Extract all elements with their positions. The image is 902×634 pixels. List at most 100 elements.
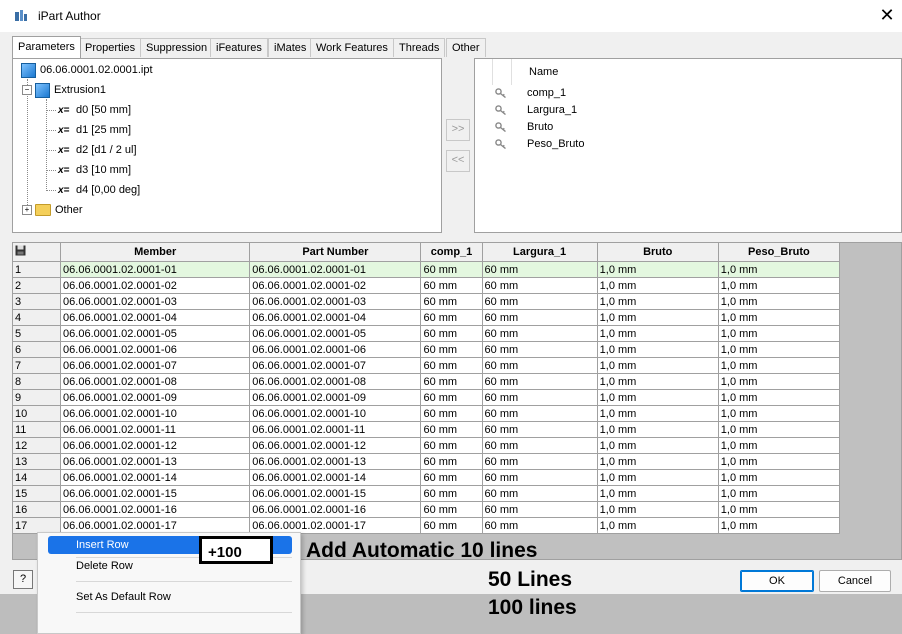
table-cell[interactable]: 60 mm <box>420 373 483 390</box>
table-row[interactable]: 10 06.06.0001.02.0001-10 06.06.0001.02.000… <box>11 405 841 422</box>
row-header[interactable]: 10 <box>11 405 62 422</box>
tree-param[interactable]: x= d2 [d1 / 2 ul] <box>58 141 137 159</box>
table-cell[interactable]: 06.06.0001.02.0001-16 <box>249 501 422 518</box>
column-header-comp-1[interactable]: comp_1 <box>420 242 483 262</box>
table-cell[interactable]: 06.06.0001.02.0001-16 <box>60 501 251 518</box>
table-row[interactable]: 4 06.06.0001.02.0001-04 06.06.0001.02.0001… <box>11 309 841 326</box>
table-cell[interactable]: 60 mm <box>481 485 598 502</box>
table-cell[interactable]: 1,0 mm <box>596 485 719 502</box>
table-cell[interactable]: 06.06.0001.02.0001-06 <box>60 341 251 358</box>
table-cell[interactable]: 06.06.0001.02.0001-10 <box>249 405 422 422</box>
table-cell[interactable]: 1,0 mm <box>717 517 841 534</box>
table-cell[interactable]: 60 mm <box>420 389 483 406</box>
remove-parameter-button[interactable]: << <box>446 150 470 172</box>
table-cell[interactable]: 06.06.0001.02.0001-11 <box>60 421 251 438</box>
table-row[interactable]: 7 06.06.0001.02.0001-07 06.06.0001.02.0001… <box>11 357 841 374</box>
table-cell[interactable]: 06.06.0001.02.0001-13 <box>60 453 251 470</box>
table-cell[interactable]: 1,0 mm <box>717 421 841 438</box>
table-cell[interactable]: 60 mm <box>481 405 598 422</box>
table-cell[interactable]: 1,0 mm <box>717 293 841 310</box>
tab-ifeatures[interactable]: iFeatures <box>210 38 268 57</box>
table-cell[interactable]: 60 mm <box>420 501 483 518</box>
table-cell[interactable]: 60 mm <box>420 405 483 422</box>
table-cell[interactable]: 60 mm <box>420 309 483 326</box>
tab-parameters[interactable]: Parameters <box>12 36 81 58</box>
table-row[interactable]: 1 06.06.0001.02.0001-01 06.06.0001.02.0001… <box>11 261 841 278</box>
row-header[interactable]: 9 <box>11 389 62 406</box>
table-cell[interactable]: 1,0 mm <box>717 277 841 294</box>
selected-parameters-list[interactable]: Name comp_1 Largura_1 Bruto Peso_Bruto <box>474 58 902 233</box>
row-header[interactable]: 12 <box>11 437 62 454</box>
row-header[interactable]: 1 <box>11 261 62 278</box>
table-cell[interactable]: 60 mm <box>420 293 483 310</box>
row-header[interactable]: 6 <box>11 341 62 358</box>
table-cell[interactable]: 1,0 mm <box>596 453 719 470</box>
table-cell[interactable]: 60 mm <box>420 341 483 358</box>
tree-extrusion[interactable]: − Extrusion1 <box>22 81 106 99</box>
table-cell[interactable]: 06.06.0001.02.0001-10 <box>60 405 251 422</box>
tab-work-features[interactable]: Work Features <box>310 38 394 57</box>
table-cell[interactable]: 1,0 mm <box>596 469 719 486</box>
column-header-part-number[interactable]: Part Number <box>249 242 422 262</box>
table-cell[interactable]: 1,0 mm <box>596 293 719 310</box>
table-corner[interactable] <box>11 242 62 262</box>
table-cell[interactable]: 60 mm <box>420 277 483 294</box>
table-cell[interactable]: 1,0 mm <box>717 469 841 486</box>
row-header[interactable]: 14 <box>11 469 62 486</box>
tree-param[interactable]: x= d3 [10 mm] <box>58 161 131 179</box>
table-row[interactable]: 9 06.06.0001.02.0001-09 06.06.0001.02.0001… <box>11 389 841 406</box>
table-cell[interactable]: 60 mm <box>420 261 483 278</box>
table-cell[interactable]: 1,0 mm <box>717 309 841 326</box>
table-cell[interactable]: 1,0 mm <box>596 357 719 374</box>
table-cell[interactable]: 06.06.0001.02.0001-02 <box>249 277 422 294</box>
tab-suppression[interactable]: Suppression <box>140 38 214 57</box>
table-cell[interactable]: 06.06.0001.02.0001-05 <box>60 325 251 342</box>
table-cell[interactable]: 1,0 mm <box>596 421 719 438</box>
table-cell[interactable]: 1,0 mm <box>596 437 719 454</box>
table-cell[interactable]: 60 mm <box>481 501 598 518</box>
tree-other[interactable]: + Other <box>22 201 83 219</box>
table-cell[interactable]: 1,0 mm <box>717 357 841 374</box>
tab-other[interactable]: Other <box>446 38 486 57</box>
table-cell[interactable]: 1,0 mm <box>717 501 841 518</box>
table-cell[interactable]: 60 mm <box>420 469 483 486</box>
tab-imates[interactable]: iMates <box>268 38 313 57</box>
table-cell[interactable]: 06.06.0001.02.0001-12 <box>60 437 251 454</box>
tree-param[interactable]: x= d0 [50 mm] <box>58 101 131 119</box>
table-cell[interactable]: 60 mm <box>420 437 483 454</box>
table-row[interactable]: 8 06.06.0001.02.0001-08 06.06.0001.02.0001… <box>11 373 841 390</box>
table-cell[interactable]: 06.06.0001.02.0001-09 <box>60 389 251 406</box>
table-cell[interactable]: 1,0 mm <box>717 405 841 422</box>
tree-param[interactable]: x= d1 [25 mm] <box>58 121 131 139</box>
table-row[interactable]: 15 06.06.0001.02.0001-15 06.06.0001.02.000… <box>11 485 841 502</box>
table-cell[interactable]: 60 mm <box>481 437 598 454</box>
table-cell[interactable]: 60 mm <box>481 373 598 390</box>
table-cell[interactable]: 60 mm <box>420 485 483 502</box>
table-cell[interactable]: 60 mm <box>481 277 598 294</box>
row-header[interactable]: 5 <box>11 325 62 342</box>
table-row[interactable]: 2 06.06.0001.02.0001-02 06.06.0001.02.0001… <box>11 277 841 294</box>
table-cell[interactable]: 06.06.0001.02.0001-15 <box>60 485 251 502</box>
table-cell[interactable]: 06.06.0001.02.0001-08 <box>60 373 251 390</box>
row-header[interactable]: 13 <box>11 453 62 470</box>
row-header[interactable]: 3 <box>11 293 62 310</box>
table-cell[interactable]: 06.06.0001.02.0001-14 <box>249 469 422 486</box>
table-cell[interactable]: 06.06.0001.02.0001-04 <box>249 309 422 326</box>
tree-param[interactable]: x= d4 [0,00 deg] <box>58 181 140 199</box>
table-cell[interactable]: 1,0 mm <box>717 389 841 406</box>
table-cell[interactable]: 1,0 mm <box>596 373 719 390</box>
table-cell[interactable]: 06.06.0001.02.0001-08 <box>249 373 422 390</box>
row-header[interactable]: 16 <box>11 501 62 518</box>
table-cell[interactable]: 60 mm <box>481 341 598 358</box>
table-cell[interactable]: 60 mm <box>481 261 598 278</box>
table-cell[interactable]: 06.06.0001.02.0001-06 <box>249 341 422 358</box>
table-cell[interactable]: 60 mm <box>420 325 483 342</box>
table-cell[interactable]: 60 mm <box>481 517 598 534</box>
table-cell[interactable]: 60 mm <box>481 357 598 374</box>
table-cell[interactable]: 06.06.0001.02.0001-12 <box>249 437 422 454</box>
table-cell[interactable]: 06.06.0001.02.0001-14 <box>60 469 251 486</box>
help-button[interactable]: ? <box>13 570 33 589</box>
expand-icon[interactable]: + <box>22 205 32 216</box>
tab-properties[interactable]: Properties <box>79 38 142 57</box>
list-item[interactable]: comp_1 <box>495 84 566 102</box>
